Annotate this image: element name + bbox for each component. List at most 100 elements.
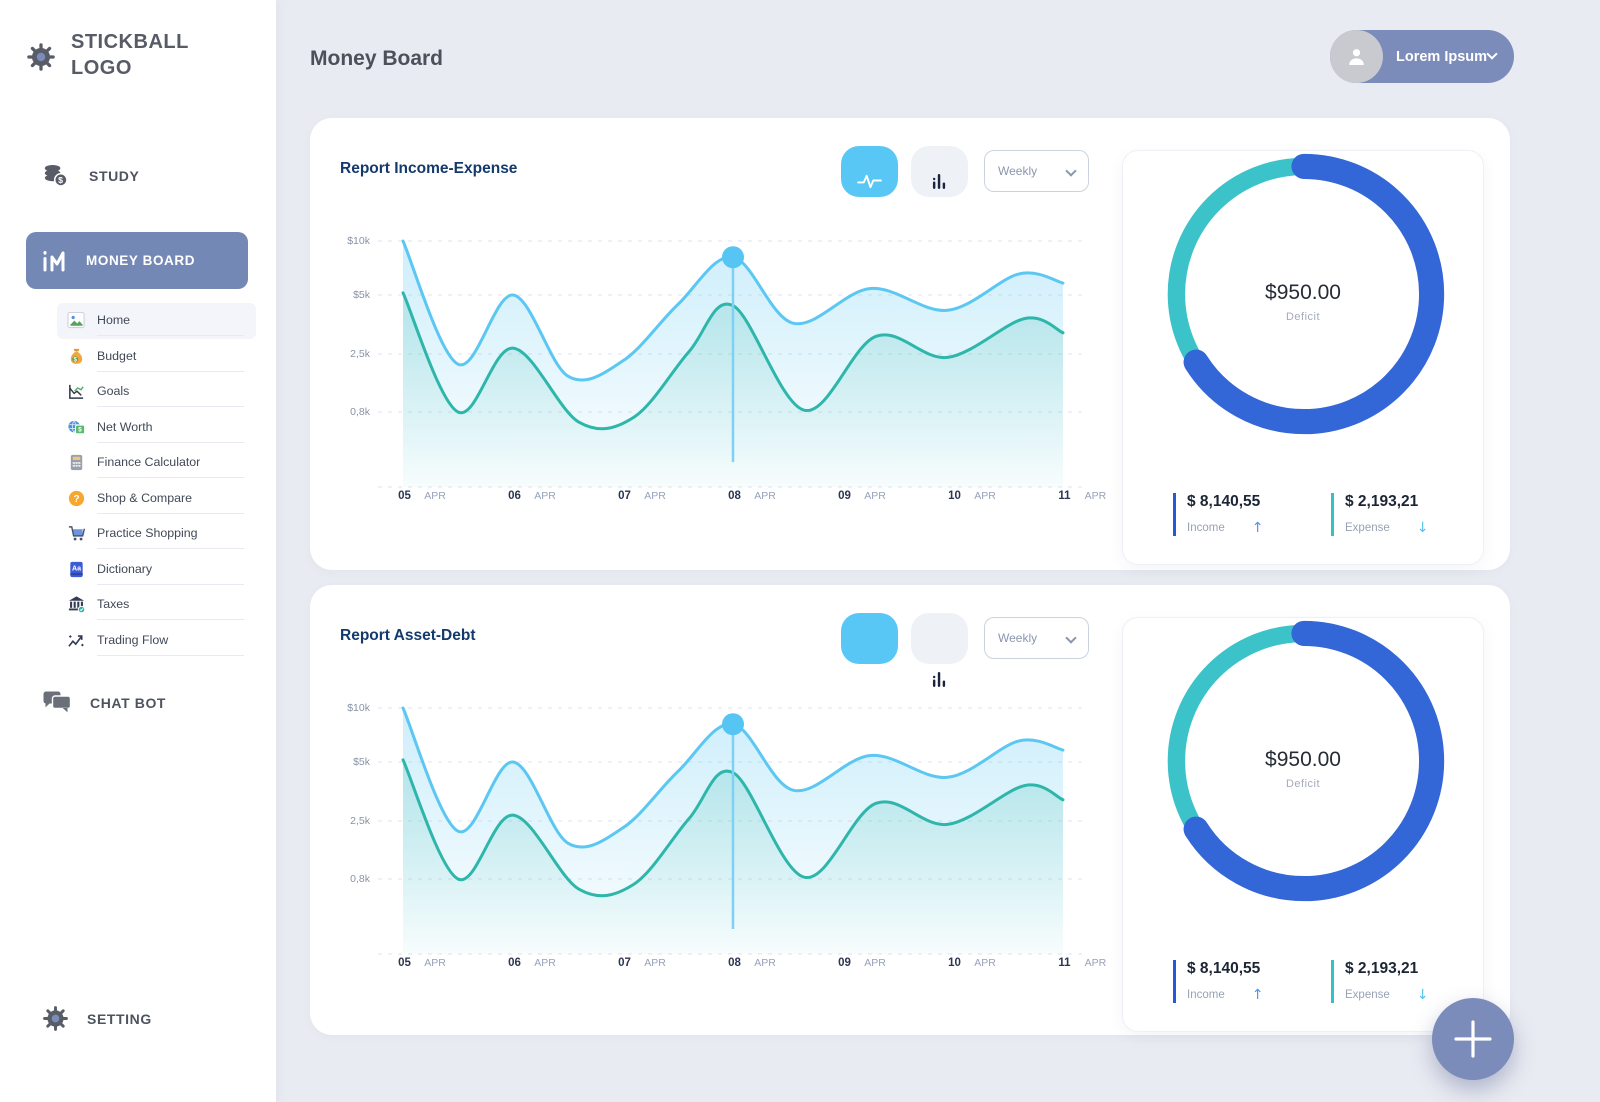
period-select[interactable]: Weekly — [984, 617, 1089, 659]
x-tick-label: APR07 — [583, 490, 663, 502]
arrow-up-icon: ↑ — [1252, 520, 1264, 536]
y-tick-label: $5k — [353, 289, 370, 301]
x-tick-label: APR10 — [913, 490, 993, 502]
x-tick-label: APR05 — [363, 490, 443, 502]
submenu-item-shop-compare[interactable]: ? Shop & Compare — [57, 481, 256, 517]
question-circle-icon: ? — [67, 489, 86, 508]
bar-chart-toggle[interactable] — [911, 613, 968, 664]
deficit-label: Deficit — [1123, 778, 1483, 790]
submenu-item-budget[interactable]: $ Budget — [57, 339, 256, 375]
sidebar-item-study[interactable]: $ STUDY — [40, 160, 139, 191]
sidebar: STICKBALL LOGO $ STUDY — [0, 0, 276, 1102]
gear-icon — [26, 42, 56, 72]
page-title: Money Board — [310, 47, 443, 71]
sidebar-item-setting[interactable]: SETTING — [42, 1005, 152, 1032]
x-tick-label: APR09 — [803, 490, 883, 502]
user-menu[interactable]: Lorem Ipsum — [1330, 30, 1514, 83]
expense-label: Expense — [1345, 989, 1390, 1001]
line-chart-toggle[interactable] — [841, 613, 898, 664]
arrow-down-icon: ↓ — [1417, 987, 1429, 1003]
x-tick-label: APR06 — [473, 957, 553, 969]
y-tick-label: $10k — [347, 235, 370, 247]
x-tick-label: APR08 — [693, 957, 773, 969]
y-tick-label: 0,8k — [350, 406, 370, 418]
submenu-item-label: Trading Flow — [97, 625, 244, 656]
submenu-item-dictionary[interactable]: Aa Dictionary — [57, 552, 256, 588]
x-tick-label: APR10 — [913, 957, 993, 969]
highlight-marker[interactable] — [722, 713, 744, 735]
submenu-item-label: Budget — [97, 341, 244, 372]
highlight-marker[interactable] — [722, 246, 744, 268]
y-tick-label: $10k — [347, 702, 370, 714]
sidebar-item-money-board[interactable]: MONEY BOARD — [26, 232, 248, 289]
x-tick-label: APR05 — [363, 957, 443, 969]
income-value: $ 8,140,55 — [1187, 493, 1263, 511]
deficit-value: $950.00 — [1123, 281, 1483, 305]
app-logo: STICKBALL LOGO — [26, 30, 189, 81]
person-icon — [1343, 43, 1370, 70]
line-chart[interactable] — [378, 702, 1088, 962]
x-tick-label: APR11 — [1023, 957, 1103, 969]
income-stat: $ 8,140,55 Income ↑ — [1173, 493, 1263, 536]
submenu-item-trading-flow[interactable]: Trading Flow — [57, 623, 256, 659]
submenu-item-label: Goals — [97, 376, 244, 407]
summary-panel: $950.00 Deficit $ 8,140,55 Income ↑ $ 2,… — [1122, 150, 1484, 565]
line-chart-icon — [856, 171, 883, 190]
line-chart-toggle[interactable] — [841, 146, 898, 197]
dictionary-book-icon: Aa — [67, 560, 86, 579]
submenu-item-taxes[interactable]: Taxes — [57, 587, 256, 623]
deficit-label: Deficit — [1123, 311, 1483, 323]
arrow-down-icon: ↓ — [1417, 520, 1429, 536]
submenu-item-label: Taxes — [97, 589, 244, 620]
expense-label: Expense — [1345, 522, 1390, 534]
sidebar-item-chat-bot[interactable]: CHAT BOT — [42, 690, 166, 716]
line-chart[interactable] — [378, 235, 1088, 495]
calculator-icon — [67, 453, 86, 472]
submenu-item-home[interactable]: Home — [57, 303, 256, 339]
y-tick-label: $5k — [353, 756, 370, 768]
submenu-item-practice-shopping[interactable]: Practice Shopping — [57, 516, 256, 552]
x-axis-labels: APR05APR06APR07APR08APR09APR10APR11 — [378, 957, 1088, 975]
submenu-item-label: Dictionary — [97, 554, 244, 585]
expense-value: $ 2,193,21 — [1345, 493, 1429, 511]
money-board-logo-icon — [41, 249, 69, 273]
x-tick-label: APR06 — [473, 490, 553, 502]
user-name: Lorem Ipsum — [1396, 49, 1487, 65]
plus-icon — [1451, 1017, 1495, 1061]
expense-stat: $ 2,193,21 Expense ↓ — [1331, 960, 1429, 1003]
income-stat: $ 8,140,55 Income ↑ — [1173, 960, 1263, 1003]
globe-dollar-icon: $ — [67, 418, 86, 437]
submenu-item-finance-calculator[interactable]: Finance Calculator — [57, 445, 256, 481]
add-button[interactable] — [1432, 998, 1514, 1080]
svg-text:?: ? — [73, 494, 79, 505]
expense-value: $ 2,193,21 — [1345, 960, 1429, 978]
summary-panel: $950.00 Deficit $ 8,140,55 Income ↑ $ 2,… — [1122, 617, 1484, 1032]
report-income-expense-card: Report Income-Expense Weekly $10k $5k 2,5k… — [310, 118, 1510, 570]
sidebar-item-label: STUDY — [89, 168, 139, 184]
submenu-item-net-worth[interactable]: $ Net Worth — [57, 410, 256, 446]
money-board-page: STICKBALL LOGO $ STUDY — [0, 0, 1600, 1102]
submenu-item-goals[interactable]: Goals — [57, 374, 256, 410]
period-select[interactable]: Weekly — [984, 150, 1089, 192]
chevron-down-icon — [1065, 165, 1076, 176]
card-title: Report Asset-Debt — [340, 627, 476, 645]
money-bag-icon: $ — [67, 347, 86, 366]
sidebar-item-label: CHAT BOT — [90, 695, 166, 711]
bar-chart-icon — [932, 671, 947, 693]
svg-text:Aa: Aa — [72, 564, 81, 572]
x-tick-label: APR09 — [803, 957, 883, 969]
income-label: Income — [1187, 989, 1225, 1001]
submenu-item-label: Home — [97, 305, 244, 336]
y-axis-labels: $10k $5k 2,5k 0,8k — [328, 235, 370, 495]
logo-text: STICKBALL LOGO — [71, 30, 189, 81]
bar-chart-toggle[interactable] — [911, 146, 968, 197]
money-board-submenu: Home $ Budget — [57, 303, 256, 658]
card-title: Report Income-Expense — [340, 160, 517, 178]
x-tick-label: APR08 — [693, 490, 773, 502]
coins-icon: $ — [40, 160, 71, 191]
bar-chart-icon — [932, 173, 947, 190]
y-tick-label: 0,8k — [350, 873, 370, 885]
y-tick-label: 2,5k — [350, 348, 370, 360]
arrow-up-icon: ↑ — [1252, 987, 1264, 1003]
income-value: $ 8,140,55 — [1187, 960, 1263, 978]
